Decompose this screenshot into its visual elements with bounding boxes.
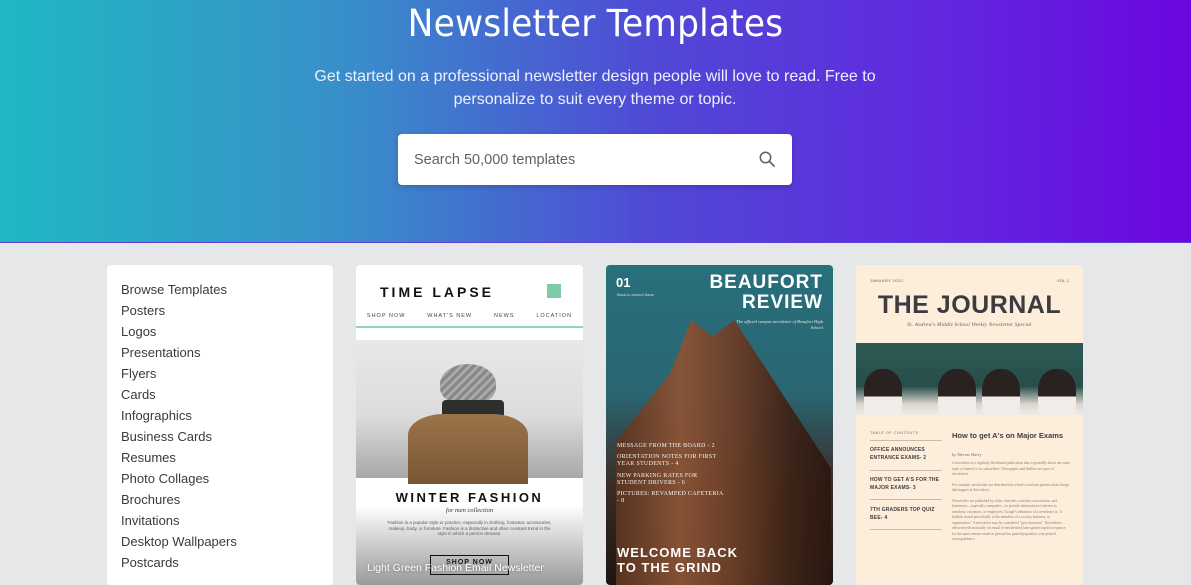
sidebar-item-business-cards[interactable]: Business Cards: [121, 428, 333, 449]
toc-divider: [870, 529, 942, 530]
template-headline: WINTER FASHION: [395, 490, 544, 505]
article-byline: by Therese Harry: [952, 452, 982, 457]
toc-item: MESSAGE FROM THE BOARD - 2: [617, 443, 715, 449]
sidebar-item-invitations[interactable]: Invitations: [121, 512, 333, 533]
template-caption[interactable]: Light Green Fashion Email Newsletter: [367, 562, 544, 574]
toc-item: OFFICE ANNOUNCES ENTRANCE EXAMS- 2: [870, 447, 927, 461]
template-nav-item: LOCATION: [536, 313, 573, 319]
article-paragraph: Newsletters are published by clubs, chur…: [952, 498, 1066, 542]
template-title-line: REVIEW: [742, 292, 823, 313]
template-nav-item: SHOP NOW: [366, 313, 406, 319]
toc-item: ORIENTATION NOTES FOR FIRST YEAR STUDENT…: [617, 454, 717, 468]
beanie-shape: [440, 364, 496, 404]
student-shape: [864, 369, 902, 415]
toc-divider: [870, 440, 942, 441]
article-paragraph: A newsletter is a regularly distributed …: [952, 461, 1070, 476]
sidebar-item-postcards[interactable]: Postcards: [121, 554, 333, 575]
sidebar-item-posters[interactable]: Posters: [121, 302, 333, 323]
toc-heading: TABLE OF CONTENTS: [870, 431, 919, 435]
template-nav-item: WHAT'S NEW: [427, 313, 473, 319]
template-card-time-lapse[interactable]: TIME LAPSE SHOP NOW WHAT'S NEW NEWS LOCA…: [356, 265, 583, 585]
sidebar-item-resumes[interactable]: Resumes: [121, 449, 333, 470]
student-shape: [982, 369, 1020, 415]
search-input[interactable]: [414, 134, 744, 185]
toc-item: PICTURES: REVAMPED CAFETERIA - 8: [617, 491, 724, 505]
toc-divider: [870, 470, 942, 471]
template-brand: TIME LAPSE: [380, 284, 495, 300]
template-card-beaufort-review[interactable]: 01 Back-to-school Issue BEAUFORT REVIEW …: [606, 265, 833, 585]
sidebar-item-photo-collages[interactable]: Photo Collages: [121, 470, 333, 491]
template-photo-man-in-coat: [356, 340, 583, 484]
category-sidebar: Browse Templates Posters Logos Presentat…: [107, 265, 333, 585]
toc-item: NEW PARKING RATES FOR STUDENT DRIVERS - …: [617, 472, 698, 486]
headline-line: WELCOME BACK: [617, 545, 739, 560]
sidebar-item-presentations[interactable]: Presentations: [121, 344, 333, 365]
template-title: THE JOURNAL: [877, 291, 1062, 319]
coat-shape: [408, 414, 528, 484]
student-shape: [938, 369, 976, 415]
page-subtitle: Get started on a professional newsletter…: [314, 68, 876, 108]
accent-divider: [356, 326, 583, 328]
hero-banner: Newsletter Templates Get started on a pr…: [0, 0, 1191, 243]
sidebar-item-flyers[interactable]: Flyers: [121, 365, 333, 386]
template-title-line: BEAUFORT: [709, 272, 823, 293]
issue-volume: VOL. 1: [1057, 279, 1069, 283]
toc-divider: [870, 499, 942, 500]
template-title: BEAUFORT REVIEW: [709, 273, 823, 313]
student-shape: [1038, 369, 1076, 415]
template-toc: MESSAGE FROM THE BOARD - 2 ORIENTATION N…: [617, 443, 727, 509]
search-icon[interactable]: [758, 150, 776, 168]
sidebar-item-cards[interactable]: Cards: [121, 386, 333, 407]
sidebar-item-infographics[interactable]: Infographics: [121, 407, 333, 428]
menu-icon: [547, 284, 561, 298]
headline-line: TO THE GRIND: [617, 560, 722, 575]
template-card-the-journal[interactable]: JANUARY 2022 VOL. 1 THE JOURNAL St. Andr…: [856, 265, 1083, 585]
template-nav: SHOP NOW WHAT'S NEW NEWS LOCATION: [356, 313, 583, 325]
toc-item: 7TH GRADERS TOP QUIZ BEE- 4: [870, 507, 935, 521]
toc-item: HOW TO GET A'S FOR THE MAJOR EXAMS- 3: [870, 477, 940, 491]
template-headline: WELCOME BACK TO THE GRIND: [617, 545, 738, 575]
page-title: Newsletter Templates: [407, 2, 784, 45]
article-paragraph: For example, newsletters are distributed…: [952, 482, 1069, 493]
article-title: How to get A's on Major Exams: [952, 431, 1064, 440]
issue-number: 01: [616, 275, 631, 290]
template-tagline: The official campus newsletter of Beaufo…: [736, 319, 823, 330]
issue-label: Back-to-school Issue: [617, 292, 655, 297]
template-nav-item: NEWS: [493, 313, 515, 319]
sidebar-item-browse-templates[interactable]: Browse Templates: [121, 281, 333, 302]
template-photo-students-chalkboard: [856, 343, 1083, 415]
sidebar-item-brochures[interactable]: Brochures: [121, 491, 333, 512]
sidebar-item-desktop-wallpapers[interactable]: Desktop Wallpapers: [121, 533, 333, 554]
issue-date: JANUARY 2022: [870, 279, 904, 283]
search-box[interactable]: [398, 134, 792, 185]
template-subtitle: St. Andrew's Middle School Weekly Newsle…: [907, 323, 1032, 328]
sidebar-item-logos[interactable]: Logos: [121, 323, 333, 344]
article-body: A newsletter is a regularly distributed …: [952, 461, 1070, 548]
